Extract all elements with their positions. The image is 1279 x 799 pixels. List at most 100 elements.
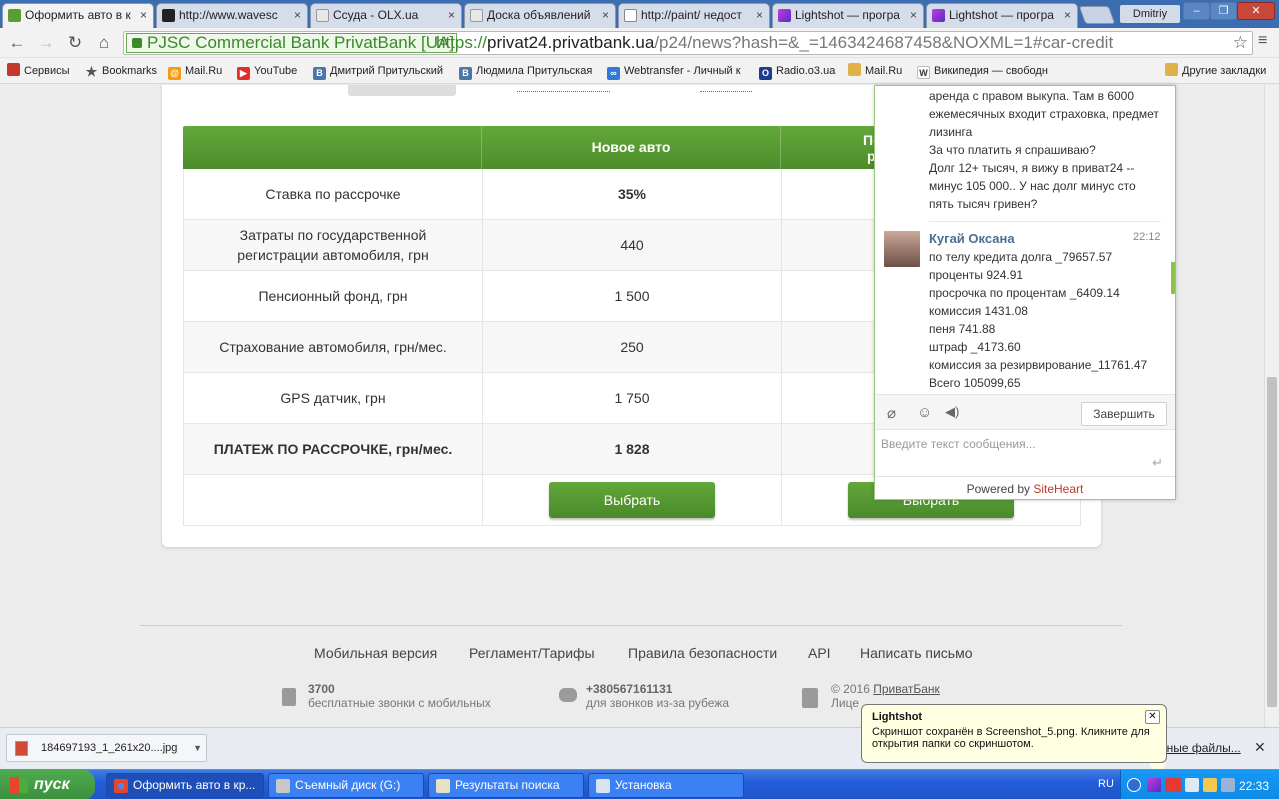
footer-link-api[interactable]: API	[808, 645, 831, 661]
monitor-tray-icon[interactable]	[1221, 778, 1235, 792]
support-chat-widget: аренда с правом выкупа. Там в 6000 ежеме…	[874, 85, 1176, 500]
tab-close-icon[interactable]: ×	[756, 4, 763, 27]
chevron-down-icon[interactable]: ▼	[193, 735, 202, 761]
category-tab-hint[interactable]	[517, 85, 610, 92]
bookmark-radio[interactable]: O Radio.o3.ua	[759, 63, 836, 80]
page-scrollbar[interactable]	[1264, 85, 1279, 727]
row-value-new-car: 1 750	[483, 373, 782, 423]
network-tray-icon[interactable]	[1185, 778, 1199, 792]
bookmark-label: Radio.o3.ua	[776, 65, 836, 77]
profile-button[interactable]: Dmitriy	[1120, 5, 1180, 23]
tab-olx-board[interactable]: Доска объявлений ×	[464, 3, 616, 28]
bookmark-services[interactable]: Сервисы	[7, 63, 70, 79]
sound-icon[interactable]: ◀)	[945, 404, 959, 420]
category-tab-hint[interactable]	[700, 85, 752, 92]
other-bookmarks-folder[interactable]: Другие закладки	[1165, 63, 1266, 79]
bookmark-wikipedia[interactable]: W Википедия — свободн	[917, 63, 1048, 79]
ev-certificate-badge[interactable]: PJSC Commercial Bank PrivatBank [UA]	[126, 33, 458, 53]
tab-privatbank[interactable]: Оформить авто в к ×	[2, 3, 154, 28]
antivirus-tray-icon[interactable]	[1165, 778, 1181, 792]
tray-expand-icon[interactable]	[1127, 778, 1141, 792]
taskbar-item-chrome[interactable]: Оформить авто в кр...	[106, 773, 264, 798]
bookmark-label: YouTube	[254, 65, 298, 77]
tab-olx-loan[interactable]: Ссуда - OLX.ua ×	[310, 3, 462, 28]
restore-button[interactable]: ❐	[1210, 2, 1237, 20]
chrome-menu-icon[interactable]: ≡	[1258, 32, 1274, 50]
bookmark-star-icon[interactable]: ☆	[1233, 32, 1248, 54]
bookmark-mailru[interactable]: @ Mail.Ru	[168, 63, 222, 80]
reload-button[interactable]: ↻	[64, 32, 86, 54]
attach-paperclip-icon[interactable]: ⌀	[887, 404, 896, 422]
radio-icon: O	[759, 67, 772, 80]
forward-button[interactable]: →	[35, 32, 57, 54]
select-new-car-button[interactable]: Выбрать	[549, 482, 715, 518]
close-window-button[interactable]: ✕	[1237, 2, 1275, 20]
tab-close-icon[interactable]: ×	[448, 4, 455, 27]
tab-wavesc[interactable]: http://www.wavesc ×	[156, 3, 308, 28]
back-button[interactable]: ←	[6, 32, 28, 54]
new-tab-button[interactable]	[1078, 6, 1116, 24]
row-label: Ставка по рассрочке	[184, 169, 483, 219]
taskbar-item-search-results[interactable]: Результаты поиска	[428, 773, 584, 798]
close-notification-icon[interactable]: ✕	[1145, 710, 1160, 724]
tab-lightshot-2[interactable]: Lightshot — програ ×	[926, 3, 1078, 28]
chat-scrollbar-thumb[interactable]	[1171, 262, 1175, 294]
bookmark-vk-dmitriy[interactable]: B Дмитрий Притульский	[313, 63, 443, 80]
show-all-downloads-link[interactable]: нные файлы...	[1160, 741, 1241, 755]
chat-divider	[929, 221, 1161, 222]
home-button[interactable]: ⌂	[93, 32, 115, 54]
chat-message-line: проценты 924.91	[929, 268, 1024, 282]
tray-app-icon[interactable]	[1203, 778, 1217, 792]
tab-label: http://www.wavesc	[179, 8, 278, 22]
footer-link-write-letter[interactable]: Написать письмо	[860, 645, 972, 661]
powered-by: Powered by SiteHeart	[875, 476, 1175, 500]
chat-message-line: За что платить я спрашиваю?	[929, 143, 1096, 157]
siteheart-link[interactable]: SiteHeart	[1033, 482, 1083, 496]
phone-number: 3700	[308, 682, 335, 696]
task-label: Результаты поиска	[455, 778, 560, 792]
taskbar-item-drive[interactable]: Съемный диск (G:)	[268, 773, 424, 798]
tab-close-icon[interactable]: ×	[602, 4, 609, 27]
scrollbar-thumb[interactable]	[1267, 377, 1277, 707]
bookmark-youtube[interactable]: ▶ YouTube	[237, 63, 298, 80]
tab-close-icon[interactable]: ×	[910, 4, 917, 27]
footer-link-mobile[interactable]: Мобильная версия	[314, 645, 437, 661]
footer-bank-link[interactable]: ПриватБанк	[873, 682, 940, 696]
tab-paint[interactable]: http://paint/ недост ×	[618, 3, 770, 28]
bookmark-vk-lyudmila[interactable]: B Людмила Притульская	[459, 63, 592, 80]
tab-close-icon[interactable]: ×	[294, 4, 301, 27]
minimize-button[interactable]: –	[1183, 2, 1210, 20]
close-download-shelf-icon[interactable]: ✕	[1254, 739, 1266, 756]
start-button[interactable]: пуск	[0, 770, 95, 799]
bookmark-bookmarks[interactable]: ★ Bookmarks	[85, 63, 157, 79]
end-chat-button[interactable]: Завершить	[1081, 402, 1167, 426]
star-icon: ★	[85, 64, 98, 79]
bookmark-label: Дмитрий Притульский	[330, 65, 443, 77]
footer-link-tariffs[interactable]: Регламент/Тарифы	[469, 645, 595, 661]
lightshot-notification[interactable]: Lightshot Скриншот сохранён в Screenshot…	[861, 704, 1167, 777]
privatbank-favicon-icon	[8, 9, 21, 22]
tab-lightshot-1[interactable]: Lightshot — програ ×	[772, 3, 924, 28]
search-results-icon	[436, 779, 450, 793]
tab-close-icon[interactable]: ×	[140, 4, 147, 27]
bookmark-webtransfer[interactable]: ∞ Webtransfer - Личный к	[607, 63, 741, 80]
tab-close-icon[interactable]: ×	[1064, 4, 1071, 27]
download-item[interactable]: 184697193_1_261x20....jpg ▼	[6, 734, 207, 762]
language-indicator[interactable]: RU	[1098, 778, 1114, 790]
lock-icon	[802, 688, 818, 708]
row-value-new-car: 1 500	[483, 271, 782, 321]
address-bar[interactable]: PJSC Commercial Bank PrivatBank [UA] htt…	[123, 31, 1253, 55]
taskbar-item-installer[interactable]: Установка	[588, 773, 744, 798]
bookmark-mailru-folder[interactable]: Mail.Ru	[848, 63, 902, 79]
row-label: ПЛАТЕЖ ПО РАССРОЧКЕ, грн/мес.	[184, 424, 483, 474]
footer-link-security[interactable]: Правила безопасности	[628, 645, 777, 661]
chat-message-input[interactable]: Введите текст сообщения... ↵	[875, 431, 1175, 475]
chat-messages[interactable]: аренда с правом выкупа. Там в 6000 ежеме…	[875, 86, 1175, 394]
chat-message-line: аренда с правом выкупа. Там в 6000	[929, 89, 1135, 103]
smiley-icon[interactable]: ☺	[917, 404, 932, 421]
youtube-icon: ▶	[237, 67, 250, 80]
lightshot-tray-icon[interactable]	[1147, 778, 1161, 792]
clock[interactable]: 22:33	[1239, 779, 1269, 793]
active-category-tab[interactable]	[348, 85, 456, 96]
chat-message-line: Всего 105099,65	[929, 376, 1021, 390]
